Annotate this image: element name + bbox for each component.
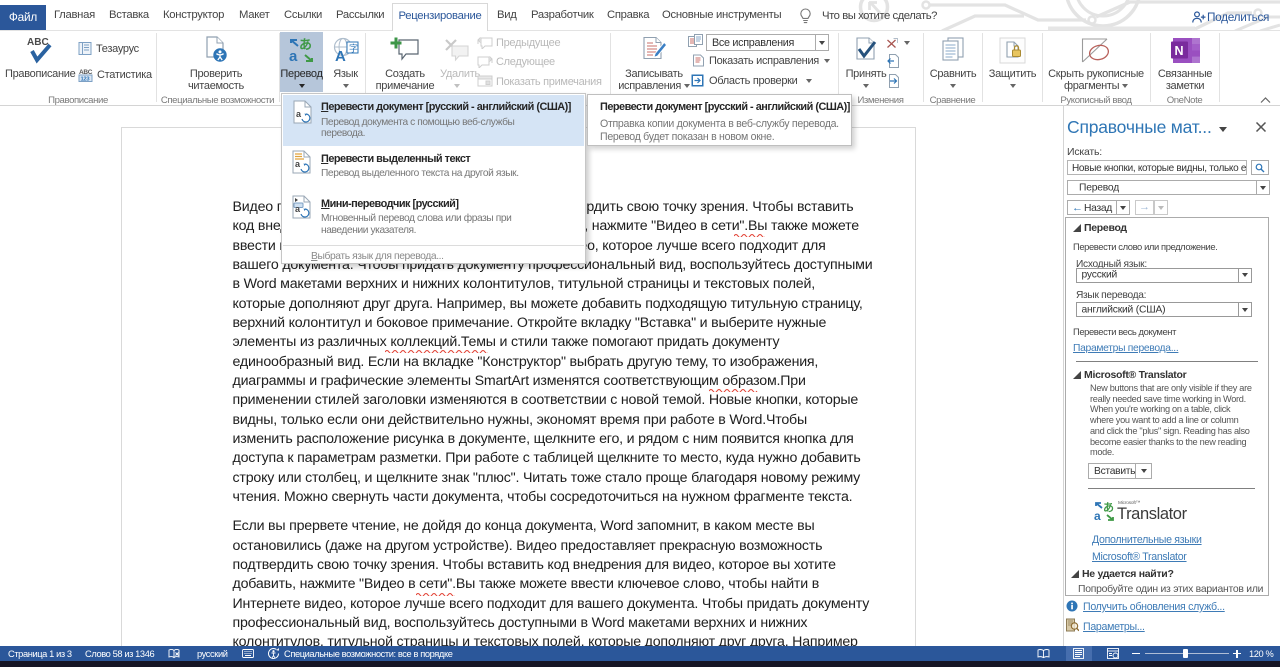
svg-text:字: 字 xyxy=(349,42,358,53)
svg-text:N: N xyxy=(1174,44,1183,58)
svg-text:あ: あ xyxy=(299,37,312,52)
svg-text:a: a xyxy=(1094,509,1101,522)
svg-text:あ: あ xyxy=(1103,501,1114,514)
svg-text:А: А xyxy=(335,48,346,64)
svg-text:а: а xyxy=(289,48,298,64)
svg-text:ABC: ABC xyxy=(27,37,49,48)
svg-text:123: 123 xyxy=(81,77,91,82)
